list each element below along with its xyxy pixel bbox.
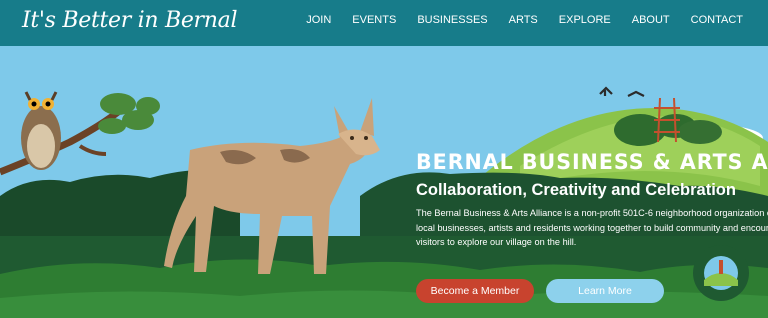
nav-join[interactable]: JOIN — [306, 14, 331, 26]
learn-more-button[interactable]: Learn More — [546, 279, 664, 303]
alliance-logo-icon — [693, 245, 749, 301]
hero-title: BERNAL BUSINESS & ARTS ALLIANCE — [416, 150, 768, 174]
site-logo[interactable]: It's Better in Bernal — [22, 8, 237, 33]
nav-events[interactable]: EVENTS — [352, 14, 396, 26]
main-nav: JOIN EVENTS BUSINESSES ARTS EXPLORE ABOU… — [285, 14, 743, 26]
nav-explore[interactable]: EXPLORE — [559, 14, 611, 26]
nav-contact[interactable]: CONTACT — [691, 14, 743, 26]
alliance-badge[interactable] — [692, 244, 750, 307]
nav-about[interactable]: ABOUT — [632, 14, 670, 26]
nav-businesses[interactable]: BUSINESSES — [417, 14, 487, 26]
hero-section: BERNAL BUSINESS & ARTS ALLIANCE Collabor… — [0, 46, 768, 318]
become-member-button[interactable]: Become a Member — [416, 279, 534, 303]
site-header: It's Better in Bernal JOIN EVENTS BUSINE… — [0, 0, 768, 46]
hero-subtitle: Collaboration, Creativity and Celebratio… — [416, 181, 736, 199]
nav-arts[interactable]: ARTS — [509, 14, 538, 26]
hero-description: The Bernal Business & Arts Alliance is a… — [416, 208, 768, 247]
